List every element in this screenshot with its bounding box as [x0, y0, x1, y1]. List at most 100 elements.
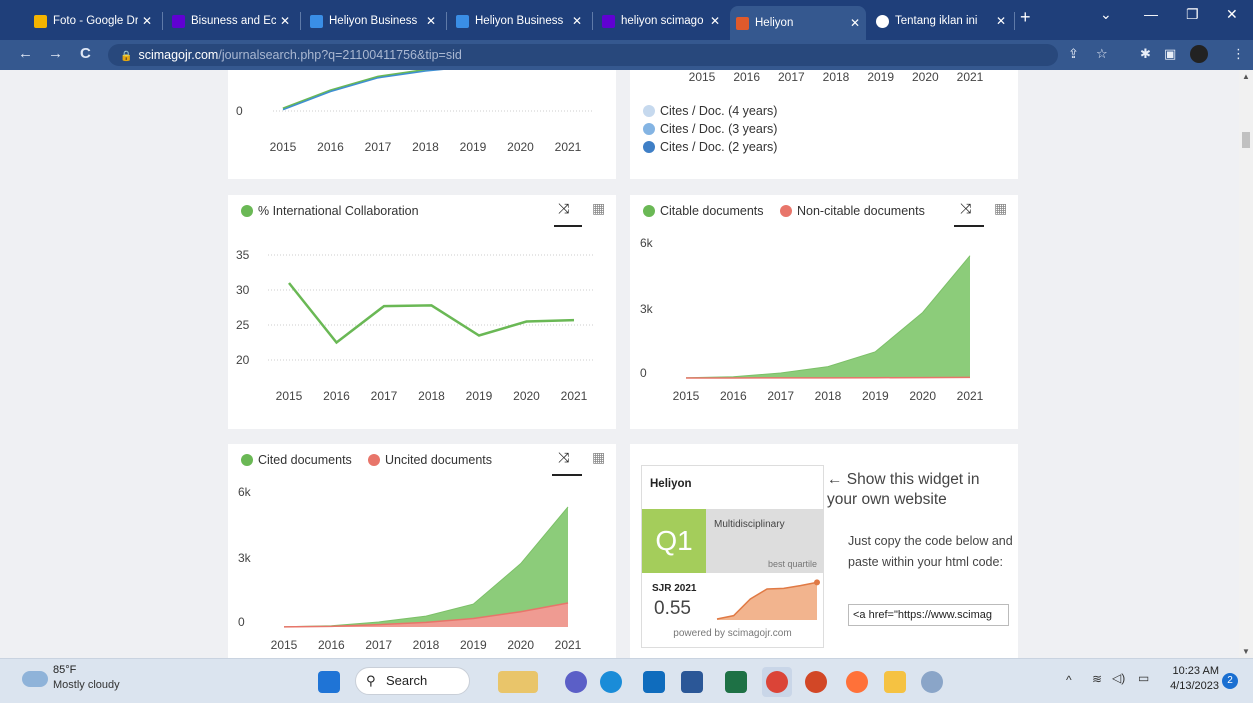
reload-icon[interactable]: C: [80, 45, 91, 62]
widgets-icon[interactable]: [498, 671, 538, 693]
address-toolbar: ← → C 🔒 scimagojr.com/journalsearch.php?q…: [0, 40, 1253, 70]
page-scrollbar[interactable]: ▲ ▼: [1239, 70, 1253, 658]
y-tick-label: 20: [236, 353, 250, 367]
minimize-icon[interactable]: —: [1144, 6, 1158, 22]
url-bar[interactable]: 🔒 scimagojr.com/journalsearch.php?q=21100…: [108, 44, 1058, 66]
x-tick-label: 2020: [513, 389, 540, 403]
close-tab-icon[interactable]: ✕: [142, 14, 152, 28]
forward-arrow-icon[interactable]: →: [48, 45, 63, 62]
menu-kebab-icon[interactable]: ⋮: [1232, 46, 1245, 62]
legend-item[interactable]: Cites / Doc. (4 years): [643, 104, 777, 118]
cited-docs-chart: 0 6k 3k 2015 2016 2017 2018 2019 2020 2021: [238, 485, 582, 652]
powerpoint-icon[interactable]: [805, 671, 827, 693]
word-icon[interactable]: [681, 671, 703, 693]
sjr-icon: [736, 16, 749, 30]
y-tick-label: 6k: [640, 236, 654, 250]
tab-heliyon-active[interactable]: Heliyon ✕: [730, 6, 866, 40]
citable-docs-chart: 0 6k 3k 2015 2016 2017 2018 2019 2020 2021: [640, 236, 984, 403]
side-panel-icon[interactable]: ▣: [1164, 46, 1176, 62]
tab-title: Bisuness and Eco: [191, 15, 276, 27]
tab-tentang-iklan[interactable]: Tentang iklan ini ✕: [870, 8, 1012, 34]
intl-collab-card: % International Collaboration ⤨ ▦ 20 25 30…: [228, 195, 616, 429]
tab-heliyon-business-1[interactable]: Heliyon Business ✕: [304, 8, 442, 34]
series-a-area: [284, 506, 568, 627]
share-icon[interactable]: ⇪: [1068, 46, 1079, 62]
new-tab-plus-icon[interactable]: +: [1020, 7, 1031, 28]
close-tab-icon[interactable]: ✕: [572, 14, 582, 28]
wifi-icon[interactable]: ≋: [1092, 672, 1102, 686]
widget-promo-heading: ← Show this widget in your own website: [827, 471, 980, 508]
intl-collab-chart: 20 25 30 35 2015 2016 2017 2018 2019 2020 2021: [236, 248, 593, 403]
edge-icon[interactable]: [600, 671, 622, 693]
tab-heliyon-scimago[interactable]: heliyon scimago ✕: [596, 8, 726, 34]
paint-icon[interactable]: [921, 671, 943, 693]
tab-title: Foto - Google Dr: [53, 15, 138, 27]
widget-powered-by: powered by scimagojr.com: [673, 628, 792, 639]
restore-icon[interactable]: ❐: [1186, 6, 1199, 23]
teams-chat-icon[interactable]: [565, 671, 587, 693]
legend-dot: [643, 123, 655, 135]
weather-desc[interactable]: Mostly cloudy: [53, 679, 120, 691]
x-tick-label: 2018: [823, 70, 850, 84]
extensions-puzzle-icon[interactable]: ✱: [1140, 46, 1151, 62]
widget-promo-body: Just copy the code below and paste withi…: [848, 534, 1013, 569]
embed-code-input[interactable]: <a href="https://www.scimag: [848, 604, 1009, 626]
x-tick-label: 2015: [270, 140, 297, 154]
url-path: /journalsearch.php?q=21100411756&tip=sid: [218, 48, 462, 62]
close-tab-icon[interactable]: ✕: [850, 16, 860, 30]
excel-icon[interactable]: [725, 671, 747, 693]
chrome-icon[interactable]: [766, 671, 788, 693]
x-tick-label: 2016: [733, 70, 760, 84]
yahoo-icon: [602, 14, 615, 28]
close-tab-icon[interactable]: ✕: [710, 14, 720, 28]
close-tab-icon[interactable]: ✕: [426, 14, 436, 28]
tab-title: Tentang iklan ini: [895, 15, 978, 27]
legend-label: Cites / Doc. (4 years): [660, 104, 778, 118]
sjr-value: 0.55: [654, 598, 691, 619]
weather-temp[interactable]: 85°F: [53, 664, 76, 676]
tab-search-chevron-icon[interactable]: ⌄: [1100, 6, 1112, 23]
battery-icon[interactable]: ▭: [1138, 671, 1149, 685]
clock-date[interactable]: 4/13/2023: [1160, 680, 1219, 692]
x-tick-label: 2020: [912, 70, 939, 84]
lock-icon: 🔒: [120, 51, 133, 62]
close-tab-icon[interactable]: ✕: [280, 14, 290, 28]
y-tick-label: 30: [236, 283, 250, 297]
mail-icon[interactable]: [643, 671, 665, 693]
x-tick-label: 2015: [271, 638, 298, 652]
scroll-down-arrow-icon[interactable]: ▼: [1242, 647, 1250, 656]
close-window-icon[interactable]: ✕: [1226, 6, 1238, 23]
windows-start-icon[interactable]: [318, 671, 340, 693]
x-tick-label: 2016: [720, 389, 747, 403]
tab-heliyon-business-2[interactable]: Heliyon Business ✕: [450, 8, 588, 34]
tab-bisuness[interactable]: Bisuness and Eco ✕: [166, 8, 296, 34]
file-explorer-icon[interactable]: [884, 671, 906, 693]
legend-item[interactable]: Cites / Doc. (2 years): [643, 140, 777, 154]
profile-avatar[interactable]: [1190, 45, 1208, 63]
x-tick-label: 2019: [460, 140, 487, 154]
sjr-label: SJR 2021: [652, 583, 697, 594]
y-tick-label: 0: [238, 615, 245, 629]
google-drive-icon: [34, 14, 47, 28]
x-tick-label: 2019: [862, 389, 889, 403]
x-tick-label: 2017: [365, 140, 392, 154]
taskbar-search[interactable]: ⚲ Search: [355, 667, 470, 695]
series-a-area: [686, 255, 970, 378]
scroll-thumb[interactable]: [1242, 132, 1250, 148]
sjr-widget[interactable]: Heliyon Q1 Multidisciplinary best quarti…: [641, 465, 824, 648]
legend-item[interactable]: Cites / Doc. (3 years): [643, 122, 777, 136]
y-tick-label: 6k: [238, 485, 252, 499]
tray-chevron-icon[interactable]: ^: [1066, 673, 1072, 687]
volume-icon[interactable]: ◁): [1112, 671, 1125, 685]
firefox-icon[interactable]: [846, 671, 868, 693]
scroll-up-arrow-icon[interactable]: ▲: [1242, 72, 1250, 81]
widget-category: Multidisciplinary: [714, 519, 785, 530]
clock-time[interactable]: 10:23 AM: [1167, 665, 1219, 677]
tab-foto[interactable]: Foto - Google Dr ✕: [28, 8, 158, 34]
bookmark-star-icon[interactable]: ☆: [1096, 46, 1108, 62]
x-tick-label: 2016: [323, 389, 350, 403]
cites-line-chart-card: 0 2015 2016 2017 2018 2019 2020 2021: [228, 70, 616, 179]
close-tab-icon[interactable]: ✕: [996, 14, 1006, 28]
back-arrow-icon[interactable]: ←: [18, 45, 33, 62]
notification-badge[interactable]: 2: [1222, 673, 1238, 689]
